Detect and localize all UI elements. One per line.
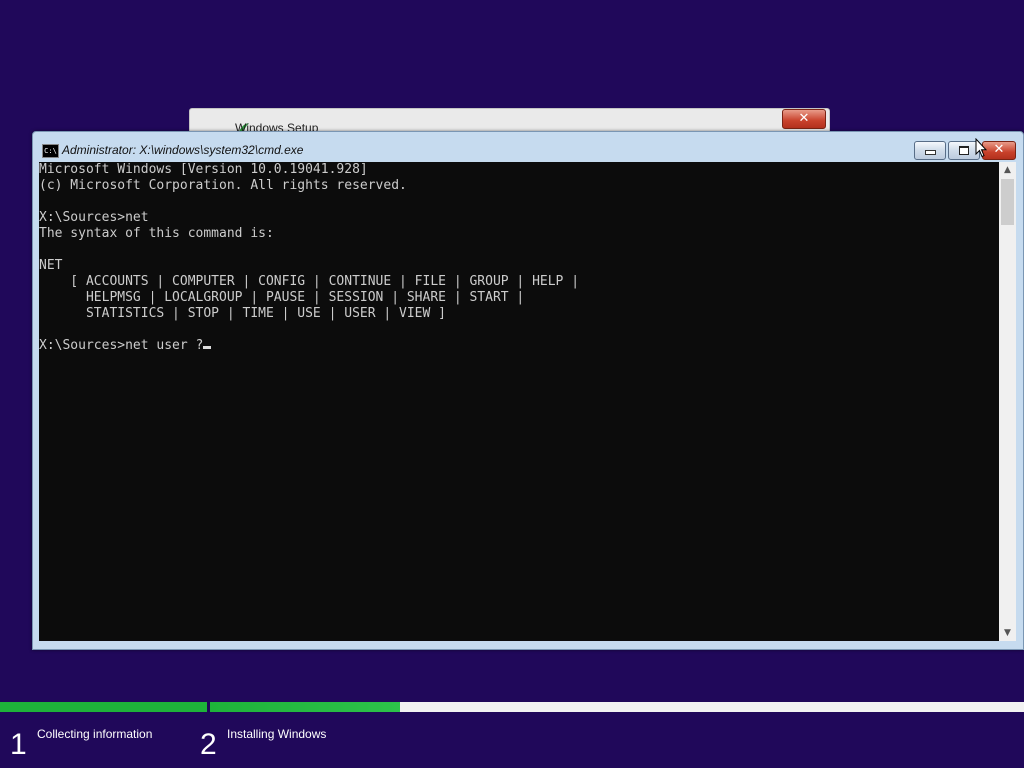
console-output[interactable]: Microsoft Windows [Version 10.0.19041.92… xyxy=(39,162,999,641)
cmd-window[interactable]: C:\ Administrator: X:\windows\system32\c… xyxy=(32,131,1024,650)
mouse-pointer-icon xyxy=(975,138,987,158)
progress-step1-fill xyxy=(0,702,207,712)
step-label: Collecting information xyxy=(37,727,153,741)
setup-progress-bar xyxy=(0,702,1024,712)
progress-step2-fill xyxy=(210,702,400,712)
step-number: 2 xyxy=(200,728,217,761)
minimize-button[interactable] xyxy=(914,141,946,160)
step-number: 1 xyxy=(10,728,27,761)
close-button[interactable]: ✕ xyxy=(982,141,1016,160)
scroll-down-arrow-icon[interactable]: ▼ xyxy=(999,625,1016,641)
vertical-scrollbar[interactable]: ▲ ▼ xyxy=(999,162,1016,641)
text-cursor xyxy=(203,346,212,349)
cmd-icon: C:\ xyxy=(42,144,59,158)
scroll-up-arrow-icon[interactable]: ▲ xyxy=(999,162,1016,178)
cmd-titlebar[interactable]: C:\ Administrator: X:\windows\system32\c… xyxy=(33,132,1023,162)
minimize-icon xyxy=(924,150,936,155)
step-label: Installing Windows xyxy=(227,727,327,741)
maximize-icon xyxy=(959,146,969,155)
console-text: Microsoft Windows [Version 10.0.19041.92… xyxy=(39,162,580,353)
scroll-thumb[interactable] xyxy=(1001,179,1014,225)
setup-close-button[interactable]: ✕ xyxy=(782,109,826,129)
cmd-window-title: Administrator: X:\windows\system32\cmd.e… xyxy=(62,143,304,157)
